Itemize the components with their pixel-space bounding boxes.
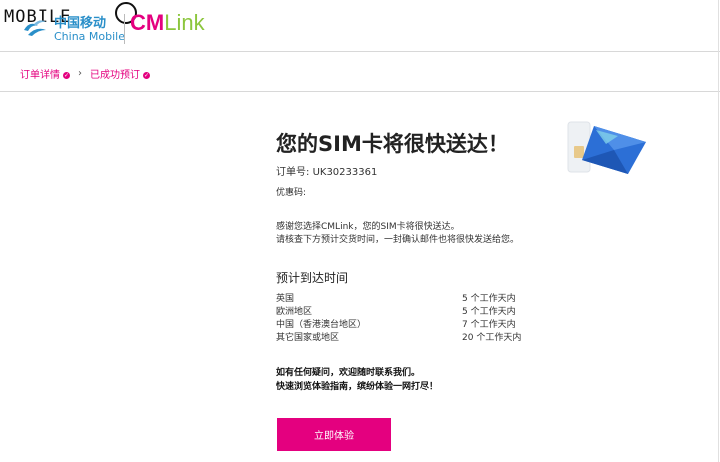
china-mobile-en: China Mobile xyxy=(54,30,126,43)
delivery-row: 欧洲地区 5 个工作天内 xyxy=(276,304,536,317)
check-circle-icon: ✓ xyxy=(63,71,70,79)
contact-line-1: 如有任何疑问，欢迎随时联系我们。 xyxy=(276,368,421,378)
delivery-region: 其它国家或地区 xyxy=(276,333,340,343)
contact-line-2: 快速浏览体验指南，缤纷体验一网打尽！ xyxy=(276,382,439,392)
delivery-time: 7 个工作天内 xyxy=(462,320,516,330)
cmlink-logo[interactable]: CMLink xyxy=(130,10,205,36)
delivery-region: 欧洲地区 xyxy=(276,307,313,317)
breadcrumb-booked[interactable]: 已成功预订 ✓ xyxy=(90,66,150,81)
thanks-line-1: 感谢您选择CMLink，您的SIM卡将很快送达。 xyxy=(276,222,460,232)
order-number: UK30233361 xyxy=(312,167,378,178)
delivery-region: 中国（香港澳台地区） xyxy=(276,320,367,330)
chevron-right-icon: › xyxy=(78,68,82,79)
page-title: 您的SIM卡将很快送达！ xyxy=(276,132,509,156)
order-label: 订单号: xyxy=(276,167,310,178)
cmlink-cm: CM xyxy=(130,10,165,35)
breadcrumb: 订单详情 ✓ › 已成功预订 ✓ xyxy=(20,66,150,81)
cmlink-link: Link xyxy=(164,10,205,35)
check-circle-icon: ✓ xyxy=(143,71,150,79)
try-now-button[interactable]: 立即体验 xyxy=(277,418,391,451)
delivery-time: 20 个工作天内 xyxy=(462,333,522,343)
main-content: 您的SIM卡将很快送达！ xyxy=(276,128,576,158)
china-mobile-cn: 中国移动 xyxy=(54,16,107,31)
header: MOBILE 中国移动 China Mobile CMLink xyxy=(0,0,720,51)
order-number-line: 订单号: UK30233361 xyxy=(276,163,377,178)
delivery-time: 5 个工作天内 xyxy=(462,294,516,304)
thanks-line-2: 请核查下方预计交货时间，一封确认邮件也将很快发送给您。 xyxy=(276,235,520,245)
breadcrumb-order-details[interactable]: 订单详情 ✓ xyxy=(20,66,70,81)
breadcrumb-order-details-label: 订单详情 xyxy=(20,70,60,81)
china-mobile-logo-icon xyxy=(24,20,46,36)
header-rule xyxy=(0,51,720,52)
delivery-row: 其它国家或地区 20 个工作天内 xyxy=(276,330,536,343)
delivery-title: 预计到达时间 xyxy=(276,271,349,285)
sim-envelope-icon xyxy=(567,121,646,174)
right-border xyxy=(718,0,719,462)
breadcrumb-booked-label: 已成功预订 xyxy=(90,70,140,81)
delivery-region: 英国 xyxy=(276,294,295,304)
breadcrumb-rule xyxy=(0,91,720,92)
delivery-row: 中国（香港澳台地区） 7 个工作天内 xyxy=(276,317,536,330)
delivery-table: 英国 5 个工作天内 欧洲地区 5 个工作天内 中国（香港澳台地区） 7 个工作… xyxy=(276,291,536,343)
delivery-time: 5 个工作天内 xyxy=(462,307,516,317)
coupon-label: 优惠码: xyxy=(276,188,307,198)
delivery-row: 英国 5 个工作天内 xyxy=(276,291,536,304)
header-divider xyxy=(124,14,125,44)
